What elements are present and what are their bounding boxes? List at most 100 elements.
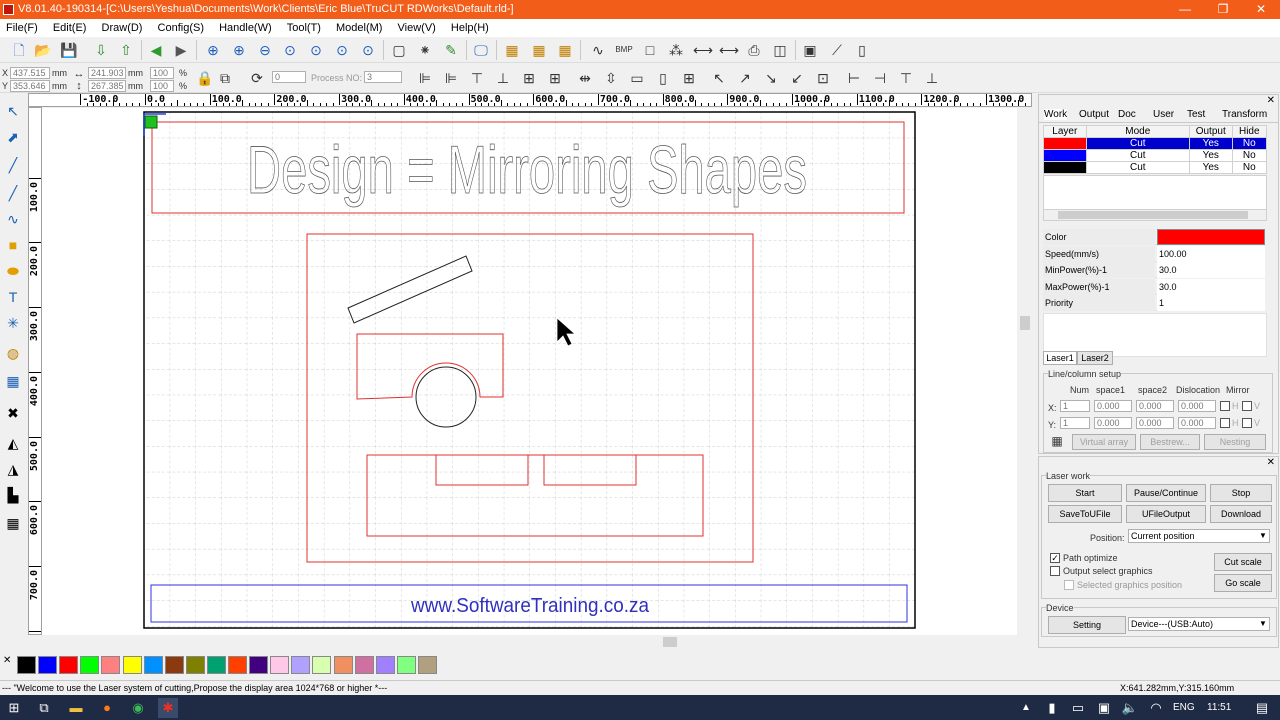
palette-swatch[interactable]	[101, 656, 121, 674]
palette-swatch[interactable]	[291, 656, 311, 674]
path-optimize-checkbox[interactable]: ✓	[1050, 553, 1060, 563]
palette-swatch[interactable]	[164, 656, 184, 674]
device-select[interactable]: Device---(USB:Auto)	[1128, 617, 1270, 631]
palette-swatch[interactable]	[228, 656, 247, 674]
layer-mode[interactable]: Cut	[1085, 137, 1190, 150]
y-space2-input[interactable]: 0.000	[1136, 417, 1174, 429]
file-explorer-icon[interactable]: ▬	[66, 698, 86, 718]
layer-row[interactable]: Cut Yes No	[1043, 149, 1268, 162]
property-value[interactable]	[1157, 229, 1265, 245]
property-value[interactable]: 30.0	[1157, 278, 1265, 295]
start-button[interactable]: Start	[1048, 484, 1122, 502]
layer-color-swatch[interactable]	[1043, 137, 1087, 150]
go-scale-button[interactable]: Go scale	[1214, 574, 1272, 592]
y-mirror-v-checkbox[interactable]	[1242, 418, 1252, 428]
rdworks-taskbar-icon[interactable]: ✱	[158, 698, 178, 718]
layer-mode[interactable]: Cut	[1085, 161, 1190, 174]
layer-output[interactable]: Yes	[1188, 161, 1233, 174]
property-row[interactable]: Speed(mm/s) 100.00	[1043, 245, 1265, 262]
task-view-icon[interactable]: ⧉	[34, 698, 54, 718]
virtual-array-button[interactable]: Virtual array	[1072, 434, 1136, 450]
position-dropdown-icon[interactable]: ▼	[1259, 531, 1267, 540]
palette-swatch[interactable]	[249, 656, 269, 674]
tab-work[interactable]: Work	[1044, 109, 1068, 120]
layer-hscroll-thumb[interactable]	[1058, 211, 1248, 219]
save-to-ufile-button[interactable]: SaveToUFile	[1048, 505, 1122, 523]
vertical-scroll-thumb[interactable]	[1020, 316, 1030, 330]
tab-doc[interactable]: Doc	[1118, 109, 1136, 120]
array-grid-icon[interactable]: ▦	[1048, 434, 1066, 450]
layer-output[interactable]: Yes	[1188, 149, 1233, 162]
tray-expand-icon[interactable]: ▲	[1016, 698, 1036, 718]
palette-swatch[interactable]	[80, 656, 100, 674]
layer-output[interactable]: Yes	[1188, 137, 1233, 150]
palette-swatch[interactable]	[333, 656, 353, 674]
tab-laser2[interactable]: Laser2	[1077, 351, 1113, 365]
palette-swatch[interactable]	[312, 656, 332, 674]
y-num-input[interactable]: 1	[1060, 417, 1090, 429]
palette-swatch[interactable]	[185, 656, 205, 674]
palette-swatch[interactable]	[17, 656, 36, 674]
vertical-scrollbar[interactable]	[1019, 108, 1031, 635]
y-dislocation-input[interactable]: 0.000	[1178, 417, 1216, 429]
palette-swatch[interactable]	[396, 656, 416, 674]
property-value[interactable]: 1	[1157, 295, 1265, 312]
palette-swatch[interactable]	[417, 656, 437, 674]
tab-laser1[interactable]: Laser1	[1043, 351, 1077, 365]
palette-swatch[interactable]	[38, 656, 58, 674]
y-mirror-h-checkbox[interactable]	[1220, 418, 1230, 428]
cut-scale-button[interactable]: Cut scale	[1214, 553, 1272, 571]
layer-row[interactable]: Cut Yes No	[1043, 161, 1268, 174]
palette-swatch[interactable]	[270, 656, 290, 674]
x-num-input[interactable]: 1	[1060, 400, 1090, 412]
palette-swatch[interactable]	[59, 656, 79, 674]
layer-mode[interactable]: Cut	[1085, 149, 1190, 162]
footer-text[interactable]: www.SoftwareTraining.co.za	[410, 595, 650, 617]
property-value[interactable]: 100.00	[1157, 245, 1265, 262]
position-select[interactable]: Current position	[1128, 529, 1270, 543]
x-dislocation-input[interactable]: 0.000	[1178, 400, 1216, 412]
bestrew-button[interactable]: Bestrew...	[1140, 434, 1200, 450]
chrome-icon[interactable]: ◉	[128, 698, 148, 718]
horizontal-scrollbar[interactable]	[42, 635, 1017, 649]
wifi-icon[interactable]: ◠	[1146, 698, 1166, 718]
x-space2-input[interactable]: 0.000	[1136, 400, 1174, 412]
x-mirror-v-checkbox[interactable]	[1242, 401, 1252, 411]
usb-icon[interactable]: ▮	[1042, 698, 1062, 718]
tab-transform[interactable]: Transform	[1222, 109, 1267, 120]
layer-color-swatch[interactable]	[1043, 161, 1087, 174]
palette-swatch[interactable]	[375, 656, 395, 674]
pause-continue-button[interactable]: Pause/Continue	[1126, 484, 1206, 502]
layer-color-swatch[interactable]	[1043, 149, 1087, 162]
property-row[interactable]: Priority 1	[1043, 295, 1265, 312]
tab-output[interactable]: Output	[1079, 109, 1109, 120]
clock[interactable]: 11:51	[1207, 702, 1231, 713]
output-select-checkbox[interactable]	[1050, 566, 1060, 576]
firefox-icon[interactable]: ●	[97, 698, 117, 718]
property-row[interactable]: Color	[1043, 229, 1265, 245]
palette-swatch[interactable]	[143, 656, 163, 674]
no-color-icon[interactable]: ✕	[3, 655, 11, 666]
layer-hide[interactable]: No	[1231, 149, 1268, 162]
stop-button[interactable]: Stop	[1210, 484, 1272, 502]
layer-hscrollbar[interactable]	[1043, 209, 1267, 221]
language-indicator[interactable]: ENG	[1173, 702, 1195, 713]
setting-button[interactable]: Setting	[1048, 616, 1126, 634]
layer-row[interactable]: Cut Yes No	[1043, 137, 1268, 150]
property-row[interactable]: MinPower(%)-1 30.0	[1043, 262, 1265, 279]
property-value[interactable]: 30.0	[1157, 262, 1265, 279]
display-icon[interactable]: ▣	[1094, 698, 1114, 718]
tab-test[interactable]: Test	[1187, 109, 1205, 120]
battery-icon[interactable]: ▭	[1068, 698, 1088, 718]
tab-user[interactable]: User	[1153, 109, 1174, 120]
volume-icon[interactable]: 🔈	[1120, 698, 1140, 718]
y-space1-input[interactable]: 0.000	[1094, 417, 1132, 429]
palette-swatch[interactable]	[122, 656, 142, 674]
ufile-output-button[interactable]: UFileOutput	[1126, 505, 1206, 523]
notifications-icon[interactable]: ▤	[1252, 698, 1272, 718]
layer-hide[interactable]: No	[1231, 161, 1268, 174]
close-laser-panel-icon[interactable]: ✕	[1267, 457, 1275, 468]
selected-position-checkbox[interactable]	[1064, 580, 1074, 590]
x-mirror-h-checkbox[interactable]	[1220, 401, 1230, 411]
horizontal-scroll-thumb[interactable]	[663, 637, 677, 647]
